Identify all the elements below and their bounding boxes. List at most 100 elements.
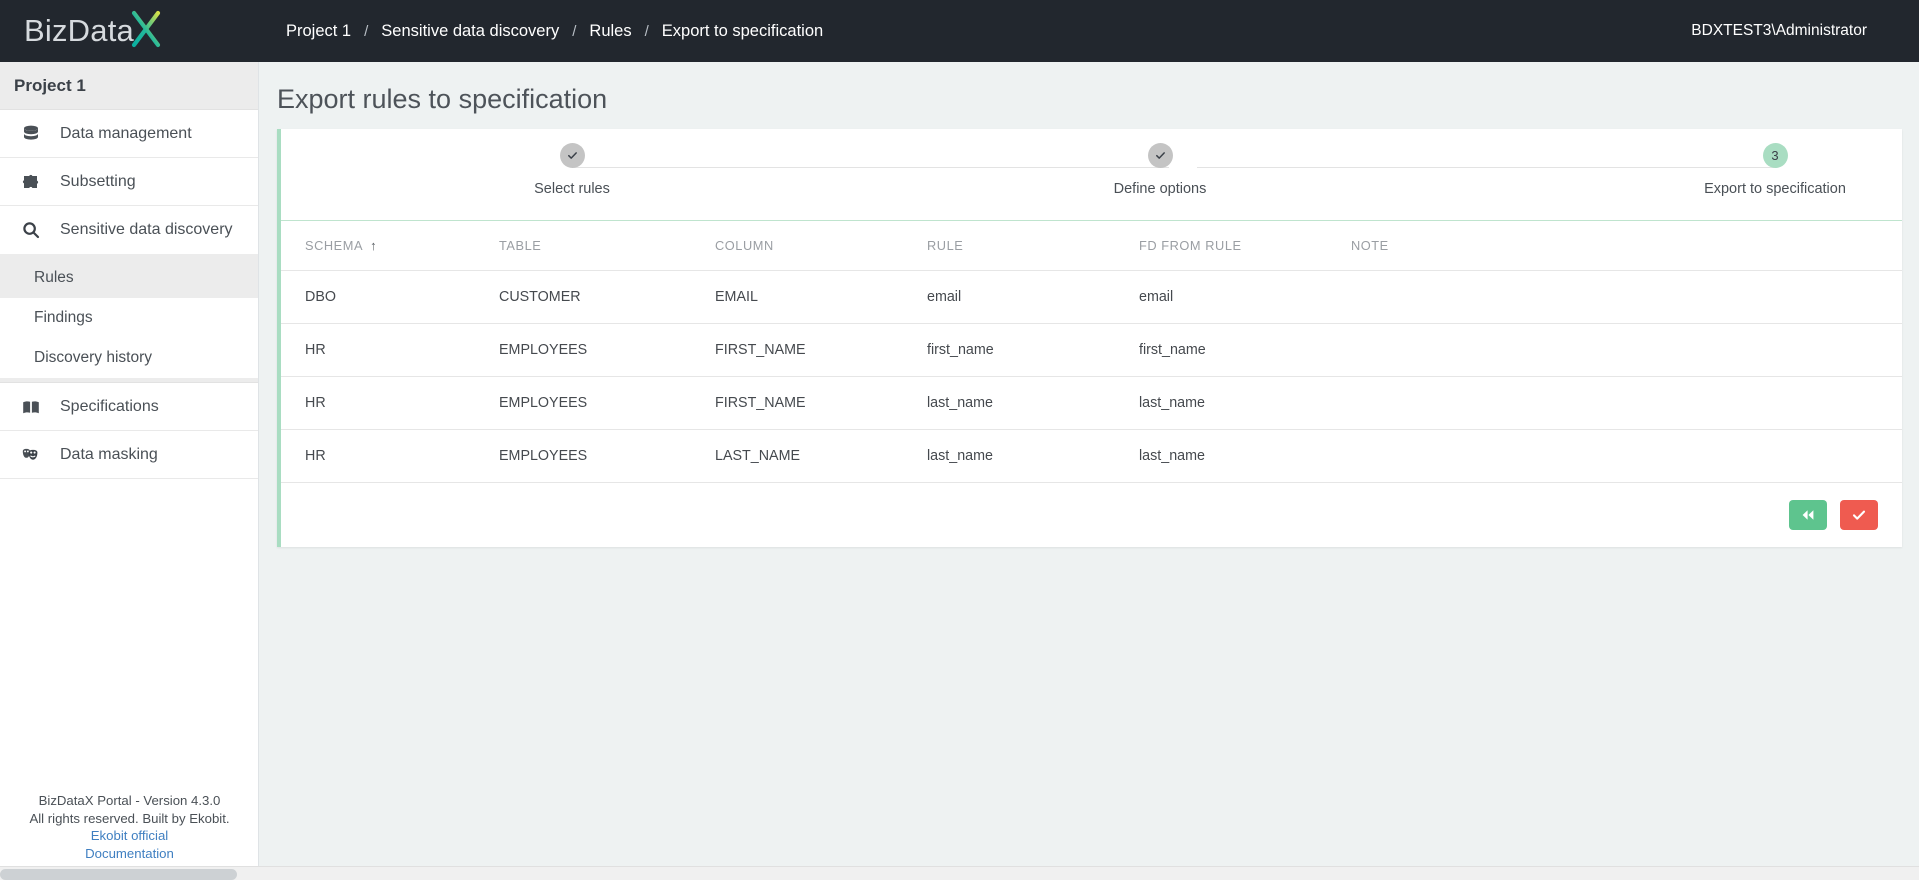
cell-rule: email	[927, 270, 1139, 324]
sidebar: Project 1 Data management Subsetting Sen…	[0, 62, 259, 880]
check-icon	[1852, 510, 1866, 520]
footer-link-ekobit-official[interactable]: Ekobit official	[0, 827, 259, 844]
rules-table: SCHEMA ↑ TABLE COLUMN RULE FD FROM RULE N…	[281, 221, 1902, 483]
column-header-rule[interactable]: RULE	[927, 221, 1139, 271]
sidebar-item-label: Specifications	[60, 397, 159, 415]
column-header-fd-from-rule[interactable]: FD FROM RULE	[1139, 221, 1351, 271]
wizard-step-export-to-specification[interactable]: 3 Export to specification	[1645, 143, 1905, 197]
card-action-bar	[281, 483, 1902, 547]
double-chevron-left-icon	[1802, 510, 1814, 520]
sidebar-submenu: Rules Findings Discovery history	[0, 254, 258, 383]
sidebar-item-label: Subsetting	[60, 172, 136, 190]
wizard-step-select-rules[interactable]: Select rules	[442, 143, 702, 197]
step-label: Export to specification	[1704, 181, 1846, 197]
cell-column: LAST_NAME	[715, 429, 927, 483]
cell-note	[1351, 270, 1902, 324]
column-header-table[interactable]: TABLE	[499, 221, 715, 271]
theater-masks-icon	[20, 444, 42, 466]
cell-rule: first_name	[927, 323, 1139, 377]
back-button[interactable]	[1789, 500, 1827, 530]
sidebar-footer: BizDataX Portal - Version 4.3.0 All righ…	[0, 792, 259, 862]
cell-table: EMPLOYEES	[499, 429, 715, 483]
confirm-button[interactable]	[1840, 500, 1878, 530]
sidebar-item-label: Data masking	[60, 445, 158, 463]
sort-ascending-icon: ↑	[370, 238, 378, 253]
column-header-note[interactable]: NOTE	[1351, 221, 1902, 271]
cell-table: EMPLOYEES	[499, 376, 715, 430]
sidebar-item-specifications[interactable]: Specifications	[0, 383, 258, 431]
rules-table-body: DBO CUSTOMER EMAIL email email HR EMPLOY…	[281, 270, 1902, 483]
logo-text: BizData	[24, 13, 134, 48]
cell-note	[1351, 323, 1902, 377]
sidebar-item-data-management[interactable]: Data management	[0, 110, 258, 158]
sidebar-subitem-label: Discovery history	[34, 349, 152, 366]
rules-table-head: SCHEMA ↑ TABLE COLUMN RULE FD FROM RULE N…	[281, 221, 1902, 271]
top-bar: BizData Project 1 / Sensitive data disco…	[0, 0, 1919, 62]
breadcrumb-item-sensitive-data-discovery[interactable]: Sensitive data discovery	[368, 22, 572, 41]
cell-rule: last_name	[927, 376, 1139, 430]
cell-schema: HR	[281, 429, 499, 483]
cell-table: CUSTOMER	[499, 270, 715, 324]
footer-link-documentation[interactable]: Documentation	[0, 845, 259, 862]
sidebar-item-discovery-history[interactable]: Discovery history	[0, 338, 258, 378]
sidebar-project-header[interactable]: Project 1	[0, 62, 258, 110]
cell-table: EMPLOYEES	[499, 323, 715, 377]
user-name-label: BDXTEST3\Administrator	[1691, 22, 1867, 39]
table-row[interactable]: HR EMPLOYEES FIRST_NAME last_name last_n…	[281, 376, 1902, 430]
step-status-circle	[1147, 143, 1173, 168]
scrollbar-thumb[interactable]	[0, 869, 237, 880]
sidebar-subitem-label: Rules	[34, 269, 74, 286]
cell-column: EMAIL	[715, 270, 927, 324]
footer-rights: All rights reserved. Built by Ekobit.	[29, 810, 230, 826]
cell-fd-from-rule: last_name	[1139, 429, 1351, 483]
sidebar-item-label: Sensitive data discovery	[60, 221, 233, 238]
export-wizard-card: Select rules Define options 3 Export to …	[277, 129, 1902, 547]
page-title: Export rules to specification	[277, 84, 608, 114]
cell-column: FIRST_NAME	[715, 376, 927, 430]
step-status-circle	[559, 143, 585, 168]
breadcrumb-item-project[interactable]: Project 1	[273, 22, 364, 41]
column-header-label: SCHEMA	[305, 238, 364, 253]
breadcrumb-item-rules[interactable]: Rules	[576, 22, 644, 41]
step-label: Define options	[1113, 181, 1207, 197]
logo-x-mark	[128, 9, 166, 54]
check-icon	[567, 152, 577, 159]
breadcrumb-item-export-to-specification[interactable]: Export to specification	[649, 22, 836, 41]
wizard-step-define-options[interactable]: Define options	[1030, 143, 1290, 197]
step-status-circle: 3	[1762, 143, 1788, 168]
wizard-stepper: Select rules Define options 3 Export to …	[281, 129, 1902, 221]
step-number: 3	[1771, 148, 1779, 163]
database-icon	[20, 123, 42, 145]
footer-version: BizDataX Portal - Version 4.3.0	[38, 793, 221, 809]
user-menu[interactable]: BDXTEST3\Administrator	[1691, 0, 1867, 62]
table-header-row: SCHEMA ↑ TABLE COLUMN RULE FD FROM RULE N…	[281, 221, 1902, 271]
main-content: Export rules to specification Select rul…	[259, 62, 1919, 880]
cell-schema: HR	[281, 323, 499, 377]
sidebar-subitem-label: Findings	[34, 309, 93, 326]
puzzle-piece-icon	[20, 171, 42, 193]
sidebar-project-title: Project 1	[14, 75, 86, 95]
table-row[interactable]: HR EMPLOYEES LAST_NAME last_name last_na…	[281, 429, 1902, 483]
cell-note	[1351, 429, 1902, 483]
cell-fd-from-rule: first_name	[1139, 323, 1351, 377]
table-row[interactable]: HR EMPLOYEES FIRST_NAME first_name first…	[281, 323, 1902, 377]
sidebar-item-data-masking[interactable]: Data masking	[0, 431, 258, 479]
open-book-icon	[20, 396, 42, 418]
horizontal-scrollbar[interactable]	[0, 866, 1919, 880]
breadcrumb: Project 1 / Sensitive data discovery / R…	[259, 0, 836, 62]
cell-schema: HR	[281, 376, 499, 430]
sidebar-item-subsetting[interactable]: Subsetting	[0, 158, 258, 206]
column-header-schema[interactable]: SCHEMA ↑	[281, 221, 499, 271]
sidebar-item-rules[interactable]: Rules	[0, 258, 258, 298]
step-label: Select rules	[534, 181, 610, 197]
cell-fd-from-rule: email	[1139, 270, 1351, 324]
cell-note	[1351, 376, 1902, 430]
sidebar-item-sensitive-data-discovery[interactable]: Sensitive data discovery	[0, 206, 258, 254]
check-icon	[1155, 152, 1165, 159]
cell-schema: DBO	[281, 270, 499, 324]
column-header-column[interactable]: COLUMN	[715, 221, 927, 271]
table-row[interactable]: DBO CUSTOMER EMAIL email email	[281, 270, 1902, 324]
app-logo[interactable]: BizData	[0, 0, 259, 62]
cell-rule: last_name	[927, 429, 1139, 483]
sidebar-item-findings[interactable]: Findings	[0, 298, 258, 338]
